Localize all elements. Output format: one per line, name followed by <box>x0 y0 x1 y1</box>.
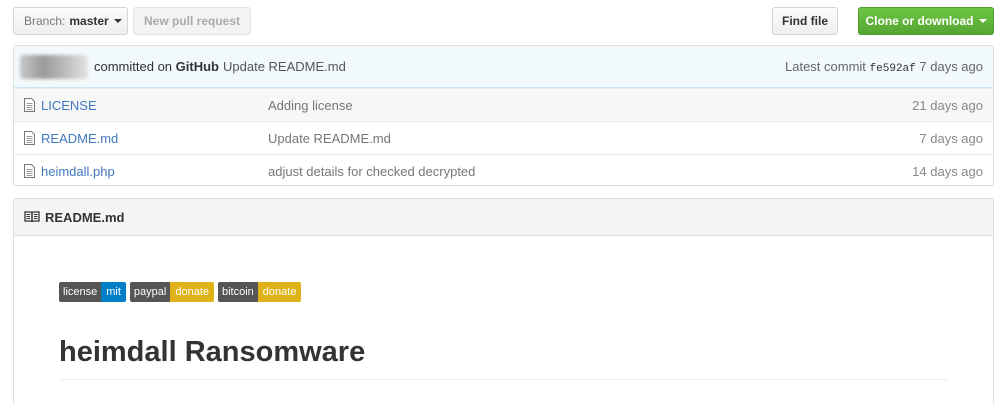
branch-name: master <box>69 14 109 28</box>
branch-prefix: Branch: <box>24 14 66 28</box>
file-table: committed on GitHub Update README.md Lat… <box>13 45 994 186</box>
file-age: 7 days ago <box>919 130 983 146</box>
file-age: 14 days ago <box>912 163 983 179</box>
file-row: LICENSE Adding license 21 days ago <box>14 88 993 121</box>
badge-label: license <box>59 282 102 302</box>
badge-label: bitcoin <box>218 282 258 302</box>
clone-or-download-button[interactable]: Clone or download <box>858 7 994 35</box>
chevron-down-icon <box>978 19 987 23</box>
new-pull-request-button[interactable]: New pull request <box>133 7 251 35</box>
commit-via: GitHub <box>175 59 219 74</box>
readme-title: README.md <box>45 209 125 225</box>
bitcoin-badge[interactable]: bitcoin donate <box>218 282 302 302</box>
file-commit-message[interactable]: adjust details for checked decrypted <box>268 164 475 179</box>
file-name-link[interactable]: heimdall.php <box>41 164 115 179</box>
file-icon <box>24 131 35 145</box>
license-badge[interactable]: license mit <box>59 282 126 302</box>
latest-commit-info: Latest commit fe592af 7 days ago <box>785 59 983 75</box>
badge-value: donate <box>170 282 214 302</box>
committed-text: committed on <box>94 59 173 74</box>
clone-label: Clone or download <box>865 14 974 28</box>
badge-value: donate <box>257 282 302 302</box>
chevron-down-icon <box>113 19 122 23</box>
branch-selector-button[interactable]: Branch: master <box>13 7 128 35</box>
latest-commit-label: Latest commit <box>785 58 866 74</box>
badge-value: mit <box>101 282 126 302</box>
readme-header: README.md <box>14 199 993 236</box>
file-name-link[interactable]: README.md <box>41 131 118 146</box>
file-icon <box>24 164 35 178</box>
commit-info: committed on GitHub <box>94 59 219 74</box>
badge-list: license mit paypal donate bitcoin donate <box>59 282 305 302</box>
commit-age: 7 days ago <box>919 58 983 74</box>
repo-toolbar: Branch: master New pull request Find fil… <box>13 7 994 35</box>
file-icon <box>24 98 35 112</box>
file-age: 21 days ago <box>912 97 983 113</box>
commit-sha[interactable]: fe592af <box>870 63 916 75</box>
find-file-button[interactable]: Find file <box>772 7 838 35</box>
commit-message[interactable]: Update README.md <box>223 59 346 74</box>
book-icon <box>24 211 40 223</box>
file-row: README.md Update README.md 7 days ago <box>14 121 993 154</box>
readme-panel: README.md license mit paypal donate bitc… <box>13 198 994 404</box>
readme-heading: heimdall Ransomware <box>59 336 948 380</box>
paypal-badge[interactable]: paypal donate <box>129 282 214 302</box>
file-row: heimdall.php adjust details for checked … <box>14 154 993 185</box>
badge-label: paypal <box>129 282 171 302</box>
latest-commit-bar: committed on GitHub Update README.md Lat… <box>14 46 993 88</box>
file-commit-message[interactable]: Update README.md <box>268 131 391 146</box>
file-name-link[interactable]: LICENSE <box>41 98 97 113</box>
avatar[interactable] <box>20 54 88 79</box>
file-commit-message[interactable]: Adding license <box>268 98 353 113</box>
